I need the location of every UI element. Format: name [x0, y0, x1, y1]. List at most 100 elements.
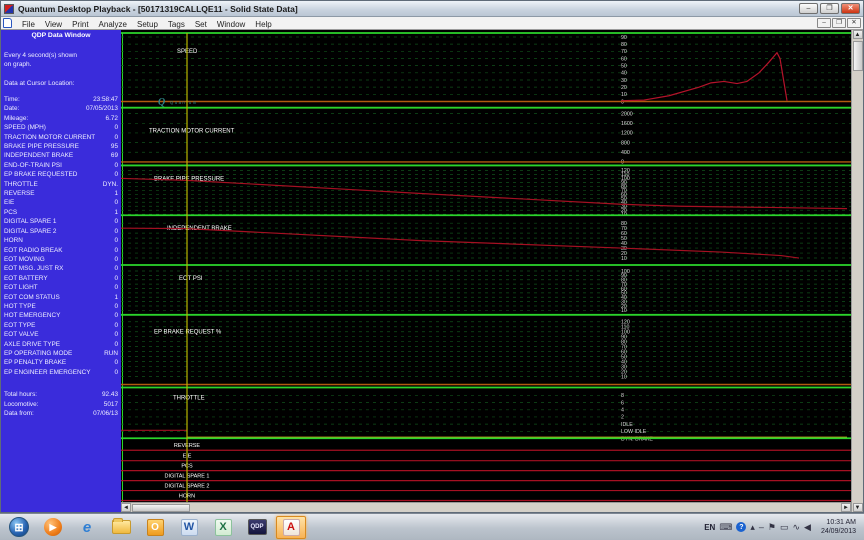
cursor-location-heading: Data at Cursor Location:	[4, 80, 118, 87]
monitor-icon[interactable]: ▭	[780, 522, 789, 533]
panel-row: Date:07/05/2013	[4, 104, 118, 113]
section-label: TRACTION MOTOR CURRENT	[149, 129, 235, 135]
menu-item-tags[interactable]: Tags	[163, 20, 190, 29]
scroll-left-arrow[interactable]: ◄	[121, 503, 131, 512]
flag-icon[interactable]: ⚑	[768, 522, 776, 533]
tick-label: 70	[621, 49, 627, 55]
panel-row: INDEPENDENT BRAKE69	[4, 151, 118, 160]
panel-row: Mileage:6.72	[4, 114, 118, 123]
menu-item-print[interactable]: Print	[67, 20, 93, 29]
panel-row-value: 0	[114, 358, 118, 367]
tick-label: 6	[621, 400, 624, 406]
panel-row: EP BRAKE REQUESTED0	[4, 170, 118, 179]
taskbar-icon-windows-explorer[interactable]	[106, 516, 136, 539]
panel-row-label: EOT MOVING	[4, 255, 45, 264]
taskbar-icon-acrobat[interactable]: A	[276, 516, 306, 539]
panel-row-value: 1	[114, 293, 118, 302]
scroll-right-arrow[interactable]: ►	[841, 503, 851, 512]
panel-row: HOT TYPE0	[4, 302, 118, 311]
maximize-button[interactable]: ❐	[820, 3, 839, 14]
panel-row: EOT LIGHT0	[4, 283, 118, 292]
network-icon[interactable]: ∿	[792, 522, 800, 533]
menu-item-setup[interactable]: Setup	[132, 20, 163, 29]
section-label: THROTTLE	[173, 395, 205, 401]
taskbar-icon-start-button[interactable]: ⊞	[4, 516, 34, 539]
panel-row: END-OF-TRAIN PSI0	[4, 161, 118, 170]
taskbar: ⊞▶ e OWX QDP A EN ⌨? ▴–⚑ ▭∿ ◀ 10:31 AM 24/09/20…	[0, 513, 864, 540]
taskbar-icon-outlook[interactable]: O	[140, 516, 170, 539]
show-hidden-icons[interactable]: ▴	[750, 522, 755, 533]
windows-explorer-icon	[112, 520, 131, 534]
mdi-close-button[interactable]: ✕	[847, 18, 861, 28]
horizontal-scroll-thumb[interactable]	[132, 504, 190, 512]
language-indicator[interactable]: EN	[704, 523, 715, 532]
panel-row-label: Locomotive:	[4, 400, 38, 409]
tick-label: 10	[621, 308, 627, 314]
tick-label: 1200	[621, 131, 633, 137]
app-icon	[4, 4, 14, 14]
taskbar-icon-media-player[interactable]: ▶	[38, 516, 68, 539]
panel-row-value: 1	[114, 189, 118, 198]
menu-item-set[interactable]: Set	[190, 20, 212, 29]
vertical-scrollbar[interactable]: ▲ ▼	[851, 30, 863, 512]
excel-icon: X	[215, 519, 232, 536]
panel-row: EOT BATTERY0	[4, 274, 118, 283]
acrobat-icon: A	[283, 519, 300, 536]
tick-label: 2	[621, 415, 624, 421]
taskbar-icon-internet-explorer[interactable]: e	[72, 516, 102, 539]
help-icon[interactable]: ?	[736, 522, 746, 532]
scroll-up-arrow[interactable]: ▲	[853, 30, 863, 39]
speaker-icon[interactable]: ◀	[804, 522, 811, 533]
mdi-minimize-button[interactable]: –	[817, 18, 831, 28]
menu-item-help[interactable]: Help	[250, 20, 276, 29]
document-icon[interactable]	[3, 18, 12, 28]
menu-item-view[interactable]: View	[40, 20, 67, 29]
panel-row: HOT EMERGENCY0	[4, 311, 118, 320]
tick-label: LOW IDLE	[621, 429, 647, 435]
panel-row-label: EP ENGINEER EMERGENCY	[4, 368, 91, 377]
vertical-scroll-thumb[interactable]	[853, 41, 863, 71]
panel-row-value: 0	[114, 368, 118, 377]
panel-row-label: EIE	[4, 198, 14, 207]
system-tray: EN ⌨? ▴–⚑ ▭∿ ◀ 10:31 AM 24/09/2013	[704, 518, 860, 536]
minimize-button[interactable]: –	[799, 3, 818, 14]
taskbar-icon-excel[interactable]: X	[208, 516, 238, 539]
app-window: Quantum Desktop Playback - [50171319CALL…	[0, 0, 864, 513]
section-label: EP BRAKE REQUEST %	[154, 330, 222, 336]
panel-row: EOT MOVING0	[4, 255, 118, 264]
tick-label: 8	[621, 393, 624, 399]
menu-item-window[interactable]: Window	[212, 20, 250, 29]
tick-label: 20	[621, 85, 627, 91]
taskbar-icon-word[interactable]: W	[174, 516, 204, 539]
panel-row-value: 0	[114, 311, 118, 320]
horizontal-scrollbar[interactable]: ◄ ►	[121, 502, 851, 512]
scroll-down-arrow[interactable]: ▼	[853, 503, 863, 512]
panel-row-label: EOT COM STATUS	[4, 293, 60, 302]
separator-dash[interactable]: –	[759, 522, 764, 532]
panel-row: EOT COM STATUS 1	[4, 293, 118, 302]
panel-row-label: EOT TYPE	[4, 321, 35, 330]
panel-row-label: Date:	[4, 104, 19, 113]
panel-row-label: PCS	[4, 208, 17, 217]
window-title: Quantum Desktop Playback - [50171319CALL…	[18, 4, 799, 14]
panel-row-value: 1	[114, 208, 118, 217]
menu-item-analyze[interactable]: Analyze	[94, 20, 132, 29]
word-icon: W	[181, 519, 198, 536]
panel-row-value: 0	[114, 274, 118, 283]
panel-row: EP ENGINEER EMERGENCY 0	[4, 368, 118, 377]
taskbar-icon-qdp-playback[interactable]: QDP	[242, 516, 272, 539]
panel-row-value: 0	[114, 133, 118, 142]
tick-label: 1600	[621, 121, 633, 127]
panel-row-label: END-OF-TRAIN PSI	[4, 161, 62, 170]
panel-row-value: 0	[114, 264, 118, 273]
panel-row-label: Mileage:	[4, 114, 28, 123]
menu-item-file[interactable]: File	[17, 20, 40, 29]
panel-row-label: BRAKE PIPE PRESSURE	[4, 142, 79, 151]
tick-label: 10	[621, 374, 627, 380]
mdi-restore-button[interactable]: ❐	[832, 18, 846, 28]
close-button[interactable]: ✕	[841, 3, 860, 14]
internet-explorer-icon: e	[78, 518, 96, 536]
keyboard-icon[interactable]: ⌨	[719, 522, 732, 533]
taskbar-clock[interactable]: 10:31 AM 24/09/2013	[815, 518, 856, 536]
chart-plot-area[interactable]: 9080706050403020100SPEED2000160012008004…	[121, 30, 851, 502]
